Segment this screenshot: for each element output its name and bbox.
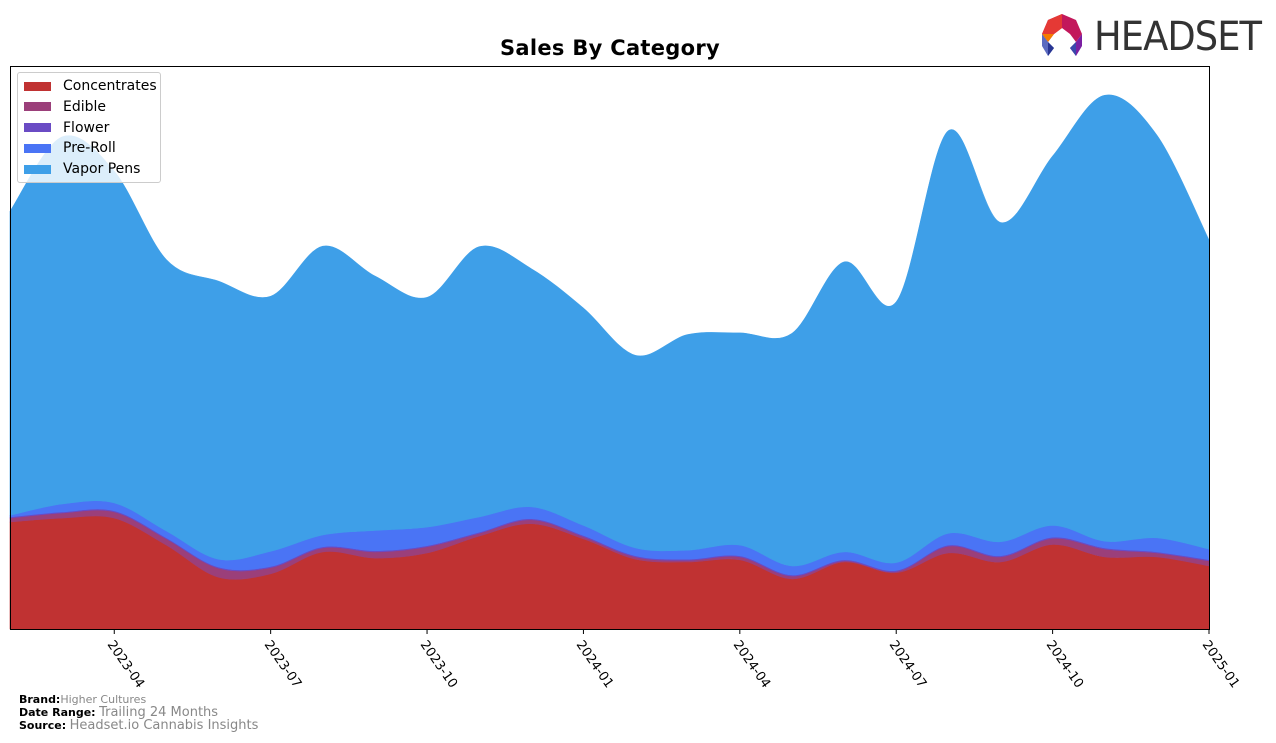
brand-label: Brand: xyxy=(19,693,61,706)
areas-layer xyxy=(9,94,1210,630)
legend-swatch xyxy=(24,143,51,153)
legend-label: Edible xyxy=(63,98,107,115)
legend-swatch xyxy=(24,164,51,174)
legend-item-flower: Flower xyxy=(24,118,109,138)
legend-swatch xyxy=(24,123,51,133)
source-label: Source: xyxy=(19,719,67,732)
legend-label: Flower xyxy=(63,119,110,136)
legend: Concentrates Edible Flower Pre-Roll Vapor Pe… xyxy=(17,72,161,183)
footer: Brand:Higher Cultures Date Range: Traili… xyxy=(19,693,258,732)
legend-swatch xyxy=(24,102,51,112)
legend-label: Pre-Roll xyxy=(63,140,116,157)
legend-item-pre-roll: Pre-Roll xyxy=(24,138,116,158)
footer-source: Source: Headset.io Cannabis Insights xyxy=(19,719,258,732)
legend-swatch xyxy=(24,81,51,91)
legend-item-concentrates: Concentrates xyxy=(24,76,157,96)
legend-label: Concentrates xyxy=(63,78,157,94)
legend-item-vapor-pens: Vapor Pens xyxy=(24,159,140,179)
chart-plot xyxy=(9,66,1210,634)
source-value: Headset.io Cannabis Insights xyxy=(69,718,259,733)
area-vapor-pens xyxy=(9,94,1210,567)
legend-label: Vapor Pens xyxy=(63,161,141,178)
legend-item-edible: Edible xyxy=(24,97,106,117)
